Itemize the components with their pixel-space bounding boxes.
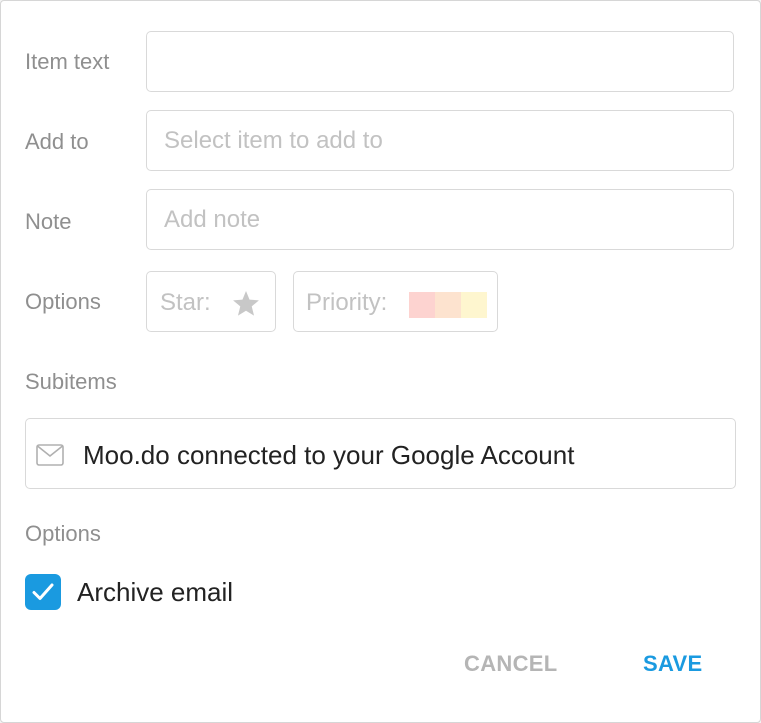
subitems-label: Subitems (25, 369, 117, 394)
add-item-dialog: Item text Add to Note Options Star: Prio… (0, 0, 761, 723)
note-input[interactable] (147, 190, 733, 249)
subitem-row[interactable]: Moo.do connected to your Google Account (25, 418, 736, 489)
note-field-box (146, 189, 734, 250)
add-to-field-box (146, 110, 734, 171)
add-to-input[interactable] (147, 111, 733, 170)
subitem-text: Moo.do connected to your Google Account (83, 440, 575, 470)
item-text-input[interactable] (147, 32, 733, 91)
star-icon (233, 290, 259, 316)
item-text-field-box (146, 31, 734, 92)
checkmark-icon (32, 583, 54, 600)
add-to-label: Add to (25, 129, 89, 154)
cancel-button[interactable]: CANCEL (464, 651, 557, 677)
star-label: Star: (160, 289, 211, 316)
item-text-label: Item text (25, 49, 110, 74)
star-toggle[interactable]: Star: (146, 271, 276, 332)
options-label: Options (25, 289, 101, 314)
save-button[interactable]: SAVE (643, 651, 702, 677)
priority-medium-swatch[interactable] (435, 292, 461, 318)
priority-low-swatch[interactable] (461, 292, 487, 318)
note-label: Note (25, 209, 72, 234)
envelope-icon (36, 444, 64, 466)
archive-email-label: Archive email (77, 577, 234, 607)
priority-selector[interactable]: Priority: (293, 271, 498, 332)
priority-high-swatch[interactable] (409, 292, 435, 318)
archive-email-checkbox[interactable] (25, 574, 61, 610)
priority-label: Priority: (306, 289, 388, 316)
email-options-label: Options (25, 521, 101, 546)
